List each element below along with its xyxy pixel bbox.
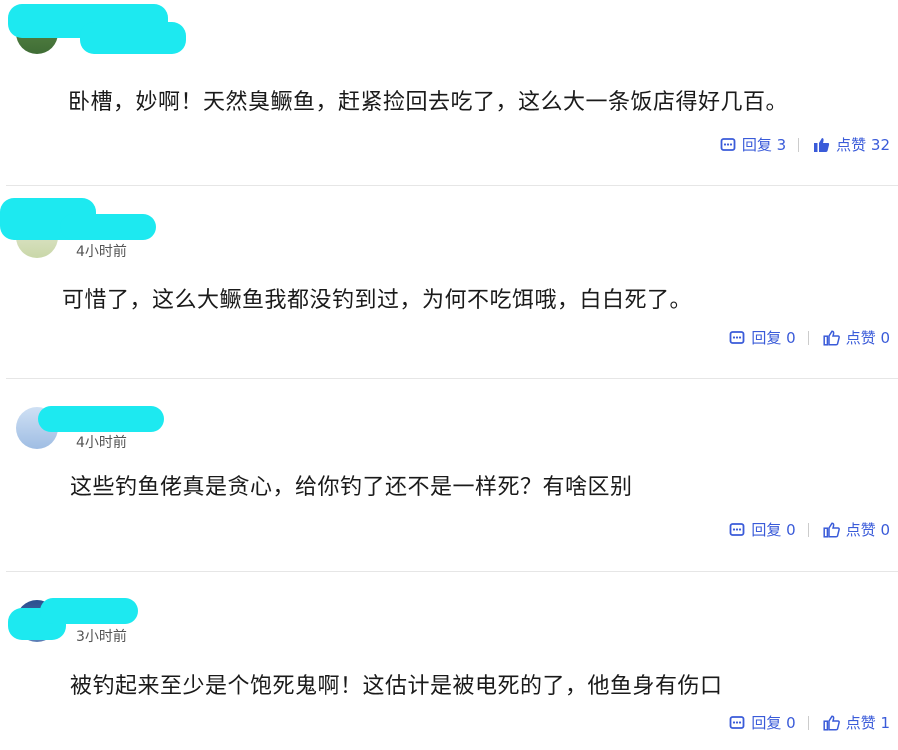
reply-label: 回复 3: [741, 136, 787, 154]
comment-time: 4小时前: [76, 435, 127, 451]
comment-item: 4小时前 可惜了，这么大鳜鱼我都没钓到过，为何不吃饵哦，白白死了。 回复 0 点…: [0, 186, 898, 378]
reply-label: 回复 0: [751, 714, 796, 732]
like-button[interactable]: 点赞 1: [823, 712, 890, 733]
divider: [807, 330, 809, 345]
comment-time: 4小时前: [76, 244, 127, 260]
comment-actions: 回复 3 点赞 32: [720, 134, 890, 155]
reply-label: 回复 0: [751, 521, 796, 539]
thumbs-up-filled-icon: [814, 137, 830, 152]
thumbs-up-icon: [823, 714, 840, 731]
like-button[interactable]: 点赞 0: [823, 519, 890, 540]
like-button[interactable]: 点赞 0: [823, 327, 890, 348]
comment-actions: 回复 0 点赞 0: [729, 327, 890, 348]
like-label: 点赞 1: [845, 714, 890, 732]
reply-button[interactable]: 回复 3: [720, 134, 786, 155]
like-label: 点赞 32: [836, 136, 890, 154]
comment-text: 卧槽，妙啊！天然臭鳜鱼，赶紧捡回去吃了，这么大一条饭店得好几百。: [68, 90, 789, 115]
comment-item: 4小时前 这些钓鱼佬真是贪心，给你钓了还不是一样死？有啥区别 回复 0 点赞 0: [0, 379, 898, 571]
comment-text: 这些钓鱼佬真是贪心，给你钓了还不是一样死？有啥区别: [70, 475, 633, 500]
comment-text: 被钓起来至少是个饱死鬼啊！这估计是被电死的了，他鱼身有伤口: [70, 674, 723, 699]
reply-icon: [729, 715, 745, 729]
divider: [807, 715, 809, 730]
reply-button[interactable]: 回复 0: [729, 519, 796, 540]
comment-text: 可惜了，这么大鳜鱼我都没钓到过，为何不吃饵哦，白白死了。: [62, 288, 693, 313]
redaction-mark: [40, 598, 138, 624]
reply-label: 回复 0: [751, 329, 796, 347]
reply-icon: [729, 522, 745, 536]
redaction-mark: [60, 214, 156, 240]
comment-actions: 回复 0 点赞 1: [729, 712, 890, 733]
divider: [807, 522, 809, 537]
divider: [798, 137, 800, 152]
comment-actions: 回复 0 点赞 0: [729, 519, 890, 540]
comment-item: 卧槽，妙啊！天然臭鳜鱼，赶紧捡回去吃了，这么大一条饭店得好几百。 回复 3 点赞…: [0, 0, 898, 185]
redaction-mark: [80, 22, 186, 54]
comment-item: 3小时前 被钓起来至少是个饱死鬼啊！这估计是被电死的了，他鱼身有伤口 回复 0 …: [0, 572, 898, 750]
comment-time: 3小时前: [76, 629, 127, 645]
redaction-mark: [38, 406, 164, 432]
reply-icon: [729, 330, 745, 344]
reply-button[interactable]: 回复 0: [729, 327, 796, 348]
thumbs-up-icon: [823, 329, 840, 346]
like-button[interactable]: 点赞 32: [813, 134, 890, 155]
reply-icon: [720, 137, 736, 151]
like-label: 点赞 0: [845, 329, 890, 347]
reply-button[interactable]: 回复 0: [729, 712, 796, 733]
like-label: 点赞 0: [845, 521, 890, 539]
thumbs-up-icon: [823, 521, 840, 538]
